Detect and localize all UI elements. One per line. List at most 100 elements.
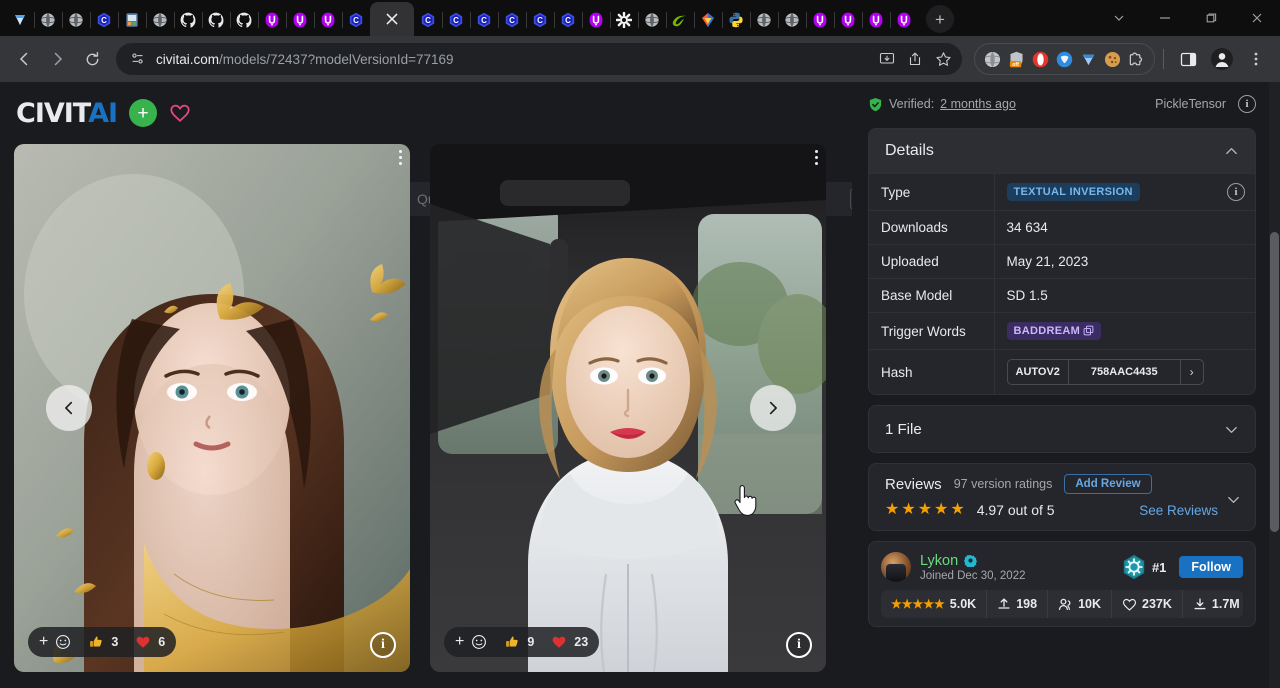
- chevron-down-icon-reviews[interactable]: [1226, 492, 1241, 507]
- tab-civitai-3[interactable]: C: [414, 4, 442, 36]
- opera-extension-icon[interactable]: [1032, 51, 1049, 68]
- forward-button[interactable]: [42, 43, 74, 75]
- tab-u-5[interactable]: [806, 4, 834, 36]
- tab-globe-4[interactable]: [638, 4, 666, 36]
- tab-u-7[interactable]: [862, 4, 890, 36]
- likes-stat-value: 237K: [1142, 597, 1172, 611]
- trigger-word-badge[interactable]: BADDREAM: [1007, 322, 1102, 340]
- tab-active[interactable]: [370, 2, 414, 36]
- tab-civitai-7[interactable]: C: [526, 4, 554, 36]
- avatar[interactable]: [881, 552, 911, 582]
- gallery-prev-button[interactable]: [46, 385, 92, 431]
- tab-diamond[interactable]: [694, 4, 722, 36]
- globe-extension-icon[interactable]: [984, 51, 1001, 68]
- hash-group[interactable]: AUTOV2758AAC4435›: [1007, 359, 1204, 385]
- profile-avatar-button[interactable]: [1206, 43, 1238, 75]
- emoji-icon-2[interactable]: [471, 634, 487, 650]
- type-info-icon[interactable]: i: [1227, 183, 1245, 201]
- image-options-menu[interactable]: [399, 150, 402, 165]
- tab-nvidia[interactable]: [666, 4, 694, 36]
- tab-python[interactable]: [722, 4, 750, 36]
- tab-github-1[interactable]: [174, 4, 202, 36]
- civitai-logo[interactable]: CIVITAI: [16, 98, 117, 129]
- tab-civitai-4[interactable]: C: [442, 4, 470, 36]
- format-info-icon[interactable]: i: [1238, 95, 1256, 113]
- gallery-image-2[interactable]: + 9 23 i: [430, 144, 826, 672]
- site-settings-icon[interactable]: [130, 51, 146, 67]
- chrome-menu-button[interactable]: [1240, 43, 1272, 75]
- puzzle-extension-icon[interactable]: [1128, 51, 1145, 68]
- create-button[interactable]: +: [129, 99, 157, 127]
- gallery-image-2-reactions[interactable]: + 9 23: [444, 627, 599, 657]
- tab-civitai-8[interactable]: C: [554, 4, 582, 36]
- adblock-off-extension-icon[interactable]: off: [1008, 51, 1025, 68]
- add-reaction-button-2[interactable]: +: [455, 633, 464, 651]
- emoji-icon[interactable]: [55, 634, 71, 650]
- tab-github-3[interactable]: [230, 4, 258, 36]
- back-button[interactable]: [8, 43, 40, 75]
- tab-app[interactable]: [118, 4, 146, 36]
- verified-time-link[interactable]: 2 months ago: [940, 97, 1016, 111]
- details-card: Details TypeTEXTUAL INVERSIONiDownloads3…: [868, 128, 1256, 395]
- image-options-menu-2[interactable]: [815, 150, 818, 165]
- tab-globe-1[interactable]: [34, 4, 62, 36]
- tab-globe-6[interactable]: [778, 4, 806, 36]
- minimize-button[interactable]: [1142, 0, 1188, 36]
- copy-icon[interactable]: [1083, 325, 1094, 336]
- bookmark-star-icon[interactable]: [935, 51, 952, 68]
- blue-globe-extension-icon[interactable]: [1056, 51, 1073, 68]
- heart-reaction-icon-2[interactable]: [551, 634, 567, 650]
- see-reviews-link[interactable]: See Reviews: [1139, 503, 1218, 518]
- follow-button[interactable]: Follow: [1179, 556, 1243, 578]
- hash-expand-button[interactable]: ›: [1181, 360, 1203, 384]
- heart-icon[interactable]: [169, 102, 191, 124]
- heart-reaction-icon[interactable]: [135, 634, 151, 650]
- tab-civitai-2[interactable]: C: [342, 4, 370, 36]
- tab-globe-2[interactable]: [62, 4, 90, 36]
- cookie-extension-icon[interactable]: [1104, 51, 1121, 68]
- chevron-up-icon[interactable]: [1224, 144, 1239, 159]
- tab-gem[interactable]: [6, 4, 34, 36]
- tab-u-2[interactable]: [286, 4, 314, 36]
- gallery-next-button[interactable]: [750, 385, 796, 431]
- tab-github-2[interactable]: [202, 4, 230, 36]
- new-tab-button[interactable]: +: [926, 5, 954, 33]
- page-scrollbar[interactable]: [1269, 82, 1280, 688]
- page-scrollbar-thumb[interactable]: [1270, 232, 1279, 532]
- heart-count: 6: [158, 635, 165, 649]
- tab-u-8[interactable]: [890, 4, 918, 36]
- chevron-down-icon-files[interactable]: [1224, 422, 1239, 437]
- tab-u-3[interactable]: [314, 4, 342, 36]
- tab-civitai-1[interactable]: C: [90, 4, 118, 36]
- gem-extension-icon[interactable]: [1080, 51, 1097, 68]
- gallery-image-1[interactable]: + 3 6 i: [14, 144, 410, 672]
- tab-globe-3[interactable]: [146, 4, 174, 36]
- tab-civitai-6[interactable]: C: [498, 4, 526, 36]
- gallery-image-1-reactions[interactable]: + 3 6: [28, 627, 176, 657]
- close-window-button[interactable]: [1234, 0, 1280, 36]
- image-info-button[interactable]: i: [370, 632, 396, 658]
- tab-u-1[interactable]: [258, 4, 286, 36]
- image-info-button-2[interactable]: i: [786, 632, 812, 658]
- thumbs-up-icon-2[interactable]: [504, 634, 520, 650]
- tab-u-4[interactable]: [582, 4, 610, 36]
- reload-button[interactable]: [76, 43, 108, 75]
- tab-gear[interactable]: [610, 4, 638, 36]
- tab-search-chevron-icon[interactable]: [1096, 0, 1142, 36]
- maximize-restore-button[interactable]: [1188, 0, 1234, 36]
- model-type-badge[interactable]: TEXTUAL INVERSION: [1007, 183, 1140, 201]
- install-app-icon[interactable]: [879, 51, 895, 67]
- rating-stat-value: 5.0K: [950, 597, 976, 611]
- files-card-header[interactable]: 1 File: [869, 406, 1255, 452]
- add-review-button[interactable]: Add Review: [1064, 474, 1151, 494]
- share-icon[interactable]: [907, 51, 923, 67]
- tab-u-6[interactable]: [834, 4, 862, 36]
- add-reaction-button[interactable]: +: [39, 633, 48, 651]
- creator-name[interactable]: Lykon: [920, 553, 958, 569]
- tab-globe-5[interactable]: [750, 4, 778, 36]
- details-card-header[interactable]: Details: [869, 129, 1255, 173]
- thumbs-up-icon[interactable]: [88, 634, 104, 650]
- tab-civitai-5[interactable]: C: [470, 4, 498, 36]
- side-panel-button[interactable]: [1172, 43, 1204, 75]
- address-bar[interactable]: civitai.com/models/72437?modelVersionId=…: [116, 43, 962, 75]
